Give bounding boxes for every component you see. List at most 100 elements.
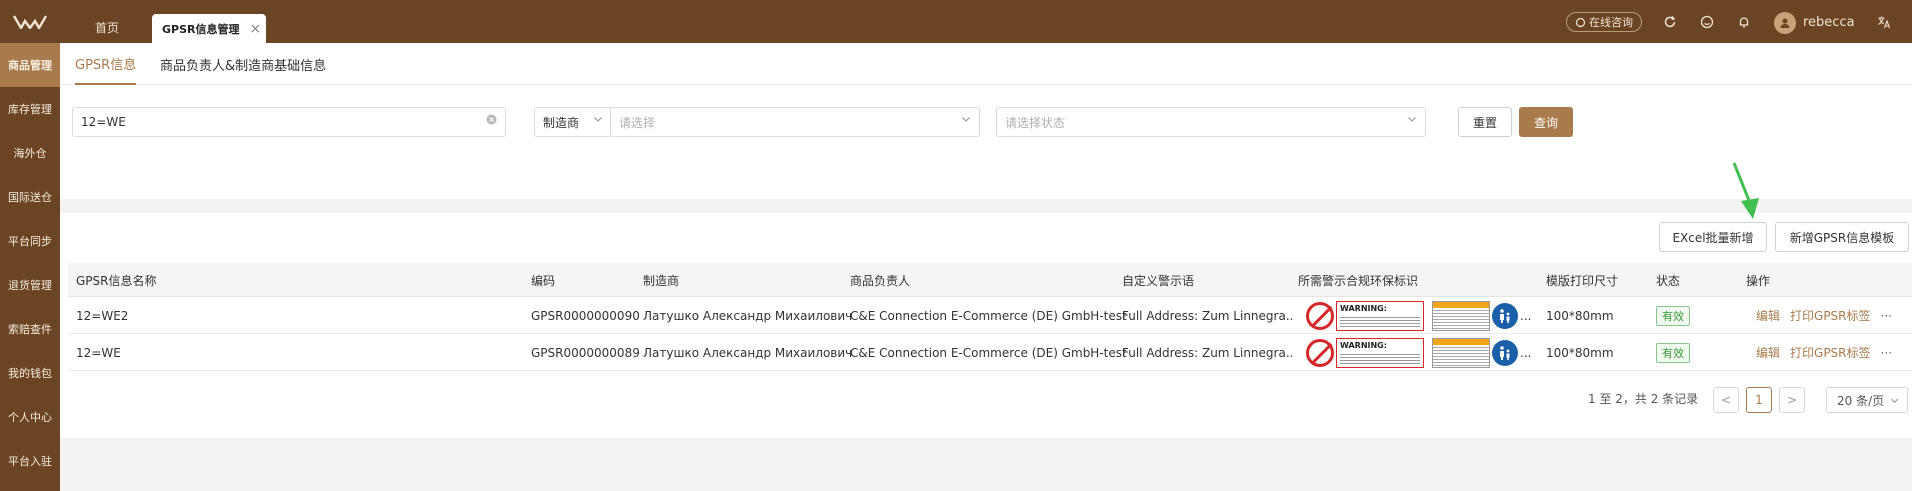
page-1-button[interactable]: 1 [1746, 387, 1772, 413]
tab-label: GPSR信息管理 [162, 22, 240, 36]
warning-label-image: WARNING: [1336, 300, 1424, 331]
next-page-button[interactable]: > [1779, 387, 1805, 413]
edit-link[interactable]: 编辑 [1756, 307, 1780, 324]
tab-gpsr-management[interactable]: GPSR信息管理 × [152, 14, 266, 43]
logo-icon [13, 14, 47, 29]
cell-ops: 编辑 打印GPSR标签 ··· [1756, 334, 1892, 371]
chevron-down-icon [1891, 398, 1899, 403]
col-ops: 操作 [1746, 273, 1771, 288]
status-placeholder: 请选择状态 [1005, 115, 1066, 130]
bell-icon[interactable] [1734, 12, 1754, 32]
adult-supervision-icon [1492, 302, 1518, 329]
warning-label-text: WARNING: [1340, 303, 1387, 313]
labels-ellipsis: ... [1520, 345, 1532, 360]
tab-gpsr-info[interactable]: GPSR信息 [75, 43, 137, 85]
page-size-select[interactable]: 20 条/页 [1826, 387, 1908, 413]
smile-icon[interactable] [1697, 12, 1717, 32]
filter-panel: 12=WE 制造商 请选择 请选择状态 重置 查询 [60, 85, 1912, 199]
main-content: GPSR信息 商品负责人&制造商基础信息 12=WE 制造商 请选择 请选择状态 [60, 43, 1912, 491]
sidebar-item-wallet[interactable]: 我的钱包 [0, 351, 60, 395]
username[interactable]: rebecca [1803, 13, 1855, 33]
col-responsible: 商品负责人 [850, 273, 911, 288]
table-header: GPSR信息名称 编码 制造商 商品负责人 自定义警示语 所需警示合规环保标识 … [68, 263, 1912, 297]
print-gpsr-label-link[interactable]: 打印GPSR标签 [1790, 344, 1871, 361]
manufacturer-placeholder: 请选择 [619, 115, 656, 130]
col-name: GPSR信息名称 [76, 273, 157, 288]
cell-warning: Full Address: Zum Linnegra... [1122, 345, 1292, 360]
table-row: 12=WE GPSR0000000089 Латушко Александр М… [68, 334, 1912, 371]
headset-icon [1575, 17, 1586, 27]
sidebar-item-inventory[interactable]: 库存管理 [0, 87, 60, 131]
close-icon[interactable]: × [249, 21, 261, 37]
sidebar-item-platform-onboarding[interactable]: 平台入驻 [0, 439, 60, 483]
logo[interactable] [0, 0, 60, 43]
cell-code: GPSR0000000089 [531, 345, 640, 360]
sidebar-item-product-management[interactable]: 商品管理 [0, 43, 60, 87]
adult-supervision-icon [1492, 339, 1518, 366]
cell-status: 有效 [1656, 297, 1690, 334]
top-bar: 首页 GPSR信息管理 × 在线咨询 rebecca [0, 0, 1912, 43]
more-icon[interactable]: ··· [1881, 346, 1892, 360]
manufacturer-select[interactable]: 请选择 [610, 107, 980, 137]
no-children-icon [1306, 301, 1334, 330]
cell-size: 100*80mm [1546, 345, 1614, 360]
sidebar-item-platform-sync[interactable]: 平台同步 [0, 219, 60, 263]
cell-manufacturer: Латушко Александр Михаилович [643, 308, 853, 323]
caution-label-image [1432, 337, 1490, 368]
tab-home[interactable]: 首页 [72, 12, 142, 43]
cell-size: 100*80mm [1546, 308, 1614, 323]
sidebar-item-profile[interactable]: 个人中心 [0, 395, 60, 439]
refresh-icon[interactable] [1660, 12, 1680, 32]
search-input[interactable]: 12=WE [72, 107, 506, 137]
clear-icon[interactable] [486, 114, 497, 128]
cell-responsible: C&E Connection E-Commerce (DE) GmbH-test [850, 308, 1127, 323]
cell-labels: WARNING: ... [1306, 297, 1531, 334]
cell-code: GPSR0000000090 [531, 308, 640, 323]
query-button[interactable]: 查询 [1519, 107, 1573, 137]
tab-responsible-manufacturer[interactable]: 商品负责人&制造商基础信息 [160, 43, 326, 85]
translate-icon[interactable] [1874, 12, 1894, 32]
col-status: 状态 [1656, 273, 1681, 288]
edit-link[interactable]: 编辑 [1756, 344, 1780, 361]
status-badge: 有效 [1656, 305, 1690, 326]
annotation-arrow-icon [1732, 162, 1759, 219]
print-gpsr-label-link[interactable]: 打印GPSR标签 [1790, 307, 1871, 324]
more-icon[interactable]: ··· [1881, 309, 1892, 323]
cell-responsible: C&E Connection E-Commerce (DE) GmbH-test [850, 345, 1127, 360]
sidebar-item-international-shipping[interactable]: 国际送仓 [0, 175, 60, 219]
manufacturer-type-select[interactable]: 制造商 [534, 107, 612, 137]
chevron-down-icon [961, 114, 971, 127]
status-select[interactable]: 请选择状态 [996, 107, 1426, 137]
cell-warning: Full Address: Zum Linnegra... [1122, 308, 1292, 323]
sidebar-item-claims[interactable]: 索赔查件 [0, 307, 60, 351]
table-panel: EXcel批量新增 新增GPSR信息模板 GPSR信息名称 编码 制造商 商品负… [60, 213, 1912, 438]
divider [60, 199, 1912, 213]
col-size: 模版打印尺寸 [1546, 273, 1619, 288]
cell-name: 12=WE [76, 345, 121, 360]
online-consult-button[interactable]: 在线咨询 [1566, 12, 1642, 32]
no-children-icon [1306, 338, 1334, 367]
search-value: 12=WE [81, 115, 126, 129]
caution-label-image [1432, 300, 1490, 331]
user-icon [1780, 18, 1790, 28]
labels-ellipsis: ... [1520, 308, 1532, 323]
col-labels: 所需警示合规环保标识 [1298, 273, 1419, 288]
sidebar-item-returns[interactable]: 退货管理 [0, 263, 60, 307]
col-manufacturer: 制造商 [643, 273, 680, 288]
avatar[interactable] [1774, 12, 1796, 34]
chevron-down-icon [593, 114, 603, 127]
excel-batch-add-button[interactable]: EXcel批量新增 [1659, 222, 1767, 252]
add-gpsr-template-button[interactable]: 新增GPSR信息模板 [1775, 222, 1909, 252]
sidebar-item-overseas-warehouse[interactable]: 海外仓 [0, 131, 60, 175]
pagination-summary: 1 至 2，共 2 条记录 [1588, 392, 1699, 406]
col-code: 编码 [531, 273, 556, 288]
chevron-down-icon [1407, 114, 1417, 127]
warning-label-text: WARNING: [1340, 340, 1387, 350]
prev-page-button[interactable]: < [1713, 387, 1739, 413]
cell-status: 有效 [1656, 334, 1690, 371]
warning-label-image: WARNING: [1336, 337, 1424, 368]
cell-labels: WARNING: ... [1306, 334, 1531, 371]
reset-button[interactable]: 重置 [1458, 107, 1512, 137]
online-consult-label: 在线咨询 [1589, 16, 1633, 29]
col-warning: 自定义警示语 [1122, 273, 1195, 288]
